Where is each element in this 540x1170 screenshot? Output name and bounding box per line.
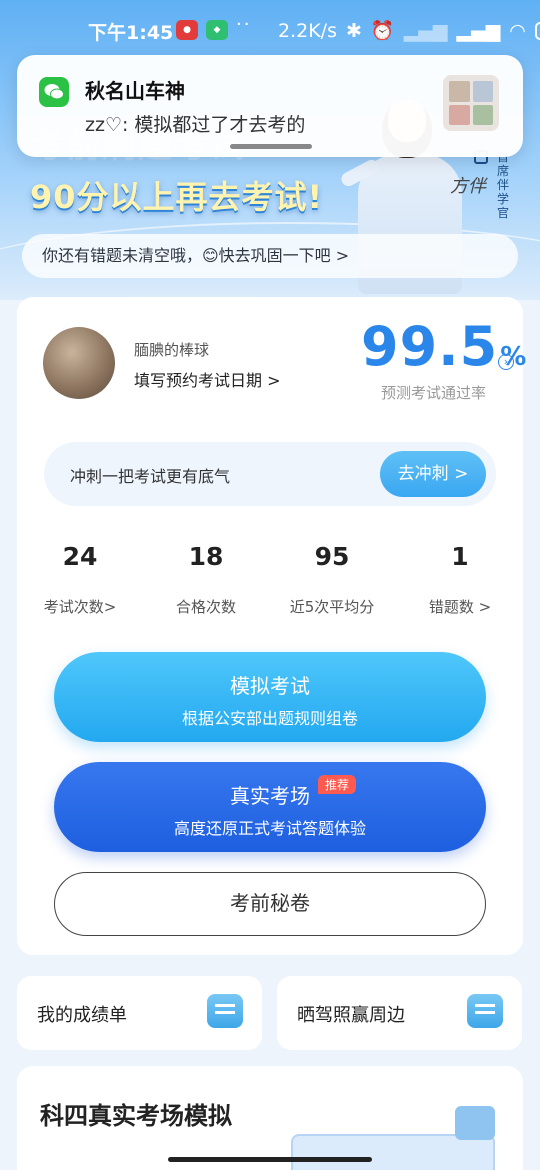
real-exam-section[interactable]: 科四真实考场模拟	[17, 1066, 523, 1170]
status-app-icons: ● ◆	[176, 20, 228, 40]
mock-exam-subtitle: 根据公安部出题规则组卷	[181, 709, 358, 728]
secret-paper-button[interactable]: 考前秘卷	[54, 872, 486, 936]
sprint-button[interactable]: 去冲刺 >	[380, 451, 486, 497]
pass-rate-label: 预测考试通过率	[381, 384, 487, 402]
stat-label: 近5次平均分	[289, 598, 375, 616]
score-report-tile[interactable]: 我的成绩单	[17, 976, 262, 1050]
username: 腼腆的棒球	[134, 341, 210, 359]
tutor-side-label: 首席伴学官	[496, 150, 509, 220]
stats-row: 24 考试次数> 18 合格次数 95 近5次平均分 1 错题数 >	[17, 542, 523, 622]
stat-average-score: 95 近5次平均分	[269, 542, 395, 617]
notification-thumbnail	[443, 75, 499, 131]
main-card: 腼腆的棒球 填写预约考试日期 > 99.5 % › 预测考试通过率 冲刺一把考试…	[17, 297, 526, 955]
stat-wrong-count[interactable]: 1 错题数 >	[397, 542, 523, 617]
hero-headline: 90分以上再去考试!	[30, 178, 324, 216]
real-exam-button[interactable]: 真实考场 推荐 高度还原正式考试答题体验	[54, 762, 486, 852]
checkmark-icon	[455, 1106, 495, 1140]
stat-value: 95	[314, 542, 350, 571]
alarm-icon: ⏰	[370, 20, 395, 42]
shield-app-icon: ◆	[206, 20, 228, 40]
wifi-icon: ◠	[509, 19, 526, 42]
stat-value: 1	[451, 542, 469, 571]
signal-icon: ▂▄▆	[456, 19, 501, 42]
status-bar: 下午1:45 ● ◆ ·· 2.2K/s ✱ ⏰ ▂▄▆ ▂▄▆ ◠ 47	[0, 0, 540, 56]
pass-rate-value: 99.5	[361, 315, 499, 378]
real-exam-title: 真实考场	[230, 784, 310, 808]
stat-label: 错题数 >	[428, 598, 492, 616]
avatar[interactable]	[43, 327, 115, 399]
signal-weak-icon: ▂▄▆	[403, 19, 448, 42]
stat-exam-count[interactable]: 24 考试次数>	[17, 542, 143, 617]
bluetooth-icon: ✱	[345, 19, 362, 42]
notification-handle[interactable]	[230, 144, 312, 149]
section-title: 科四真实考场模拟	[40, 1102, 232, 1130]
status-right-cluster: 2.2K/s ✱ ⏰ ▂▄▆ ▂▄▆ ◠ 47	[278, 19, 540, 42]
license-photo-label: 晒驾照赢周边	[297, 1005, 405, 1026]
real-exam-subtitle: 高度还原正式考试答题体验	[173, 819, 366, 838]
license-photo-tile[interactable]: 晒驾照赢周边	[277, 976, 522, 1050]
recommend-badge: 推荐	[318, 775, 357, 794]
wrong-questions-tip[interactable]: 你还有错题未清空哦，😊快去巩固一下吧 >	[22, 234, 518, 278]
news-app-icon: ●	[176, 20, 198, 40]
stat-pass-count: 18 合格次数	[143, 542, 269, 617]
report-icon	[207, 994, 243, 1028]
mock-exam-button[interactable]: 模拟考试 根据公安部出题规则组卷	[54, 652, 486, 742]
battery-icon: 47	[534, 21, 540, 40]
stat-value: 18	[188, 542, 224, 571]
sprint-banner: 冲刺一把考试更有底气 去冲刺 >	[44, 442, 496, 506]
stat-label: 合格次数	[175, 598, 236, 616]
stat-label: 考试次数>	[43, 598, 117, 616]
exam-date-link[interactable]: 填写预约考试日期 >	[134, 367, 281, 391]
status-time: 下午1:45	[88, 22, 174, 44]
notification-message: zz♡: 模拟都过了才去考的	[85, 114, 306, 136]
signature: 方伴	[450, 176, 486, 197]
home-indicator[interactable]	[168, 1157, 372, 1162]
more-dots-icon: ··	[236, 14, 252, 35]
net-speed: 2.2K/s	[278, 19, 337, 42]
stat-value: 24	[62, 542, 98, 571]
sprint-text: 冲刺一把考试更有底气	[70, 467, 231, 486]
chevron-right-icon[interactable]: ›	[498, 354, 514, 370]
wechat-icon	[39, 77, 69, 107]
id-card-icon	[467, 994, 503, 1028]
notification-banner[interactable]: 秋名山车神 zz♡: 模拟都过了才去考的	[17, 55, 523, 157]
score-report-label: 我的成绩单	[37, 1005, 127, 1026]
mock-exam-title: 模拟考试	[230, 674, 310, 698]
notification-title: 秋名山车神	[85, 79, 185, 103]
